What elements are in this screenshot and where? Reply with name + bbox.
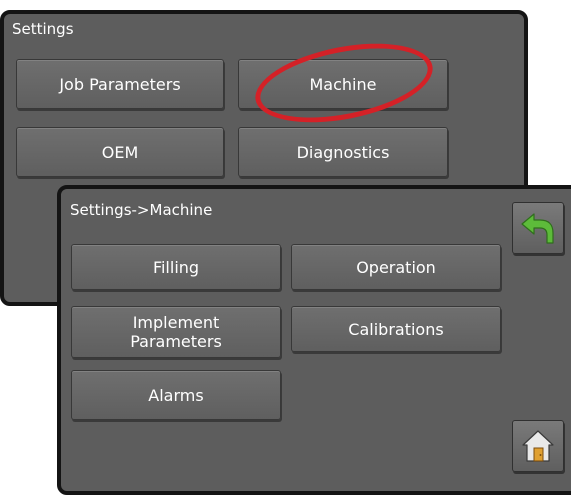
filling-button[interactable]: Filling bbox=[71, 244, 281, 290]
machine-panel-title: Settings->Machine bbox=[70, 201, 213, 219]
operation-button[interactable]: Operation bbox=[291, 244, 501, 290]
machine-panel: Settings->Machine Filling Operation Impl… bbox=[57, 185, 571, 495]
job-parameters-button[interactable]: Job Parameters bbox=[16, 59, 224, 109]
diagnostics-button[interactable]: Diagnostics bbox=[238, 127, 448, 177]
home-icon bbox=[522, 430, 554, 462]
oem-button[interactable]: OEM bbox=[16, 127, 224, 177]
implement-parameters-button[interactable]: Implement Parameters bbox=[71, 306, 281, 358]
settings-panel-title: Settings bbox=[12, 20, 74, 38]
back-button[interactable] bbox=[512, 202, 564, 254]
back-arrow-icon bbox=[521, 213, 554, 244]
calibrations-button[interactable]: Calibrations bbox=[291, 306, 501, 352]
machine-button[interactable]: Machine bbox=[238, 59, 448, 109]
alarms-button[interactable]: Alarms bbox=[71, 370, 281, 420]
home-button[interactable] bbox=[512, 420, 564, 472]
